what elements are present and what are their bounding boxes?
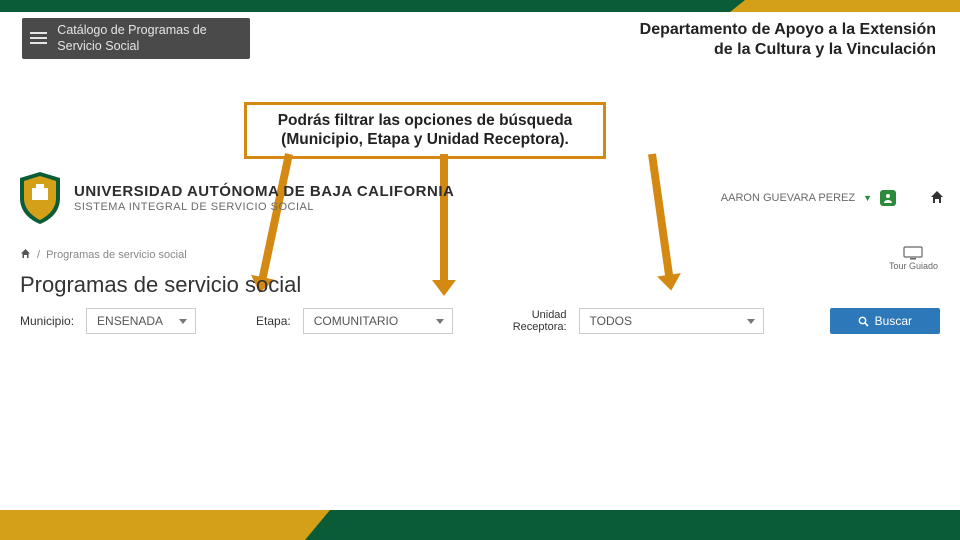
etapa-value: COMUNITARIO (314, 314, 398, 328)
breadcrumb-sep: / (37, 249, 40, 261)
unidad-value: TODOS (590, 314, 632, 328)
sidebar-menu-button[interactable]: Catálogo de Programas de Servicio Social (22, 18, 250, 59)
municipio-select[interactable]: ENSENADA (86, 308, 196, 334)
municipio-label: Municipio: (20, 314, 74, 328)
search-button-label: Buscar (875, 314, 912, 328)
search-button[interactable]: Buscar (830, 308, 940, 334)
department-title: Departamento de Apoyo a la Extensión de … (640, 20, 936, 60)
top-decorative-bar (0, 0, 960, 12)
search-icon (858, 316, 869, 327)
etapa-label: Etapa: (256, 314, 291, 328)
unidad-select[interactable]: TODOS (579, 308, 764, 334)
tour-label: Tour Guiado (889, 261, 938, 271)
page-title: Programas de servicio social (20, 272, 301, 298)
site-header: UNIVERSIDAD AUTÓNOMA DE BAJA CALIFORNIA … (16, 170, 944, 226)
user-menu[interactable]: AARON GUEVARA PEREZ ▼ (721, 190, 944, 207)
municipio-value: ENSENADA (97, 314, 163, 328)
department-title-line2: de la Cultura y la Vinculación (640, 40, 936, 60)
tour-button[interactable]: Tour Guiado (889, 246, 938, 271)
breadcrumb: / Programas de servicio social (20, 248, 187, 262)
system-name: SISTEMA INTEGRAL DE SERVICIO SOCIAL (74, 201, 454, 213)
user-avatar-icon (880, 190, 896, 206)
breadcrumb-current: Programas de servicio social (46, 249, 187, 261)
department-title-line1: Departamento de Apoyo a la Extensión (640, 20, 936, 40)
chevron-down-icon: ▼ (863, 193, 872, 203)
university-shield-icon (16, 170, 64, 226)
etapa-select[interactable]: COMUNITARIO (303, 308, 453, 334)
callout-line2: (Municipio, Etapa y Unidad Receptora). (257, 130, 593, 149)
instruction-callout: Podrás filtrar las opciones de búsqueda … (244, 102, 606, 159)
home-icon[interactable] (930, 190, 944, 207)
callout-line1: Podrás filtrar las opciones de búsqueda (257, 111, 593, 130)
monitor-icon (903, 246, 923, 260)
unidad-label: Unidad Receptora: (513, 309, 567, 333)
university-text: UNIVERSIDAD AUTÓNOMA DE BAJA CALIFORNIA … (74, 183, 454, 213)
user-name: AARON GUEVARA PEREZ (721, 192, 855, 204)
breadcrumb-home-icon[interactable] (20, 248, 31, 262)
hamburger-icon (30, 32, 47, 44)
filter-bar: Municipio: ENSENADA Etapa: COMUNITARIO U… (20, 308, 940, 334)
university-name: UNIVERSIDAD AUTÓNOMA DE BAJA CALIFORNIA (74, 183, 454, 200)
bottom-decorative-bar (0, 510, 960, 540)
sidebar-menu-label: Catálogo de Programas de Servicio Social (57, 22, 242, 55)
